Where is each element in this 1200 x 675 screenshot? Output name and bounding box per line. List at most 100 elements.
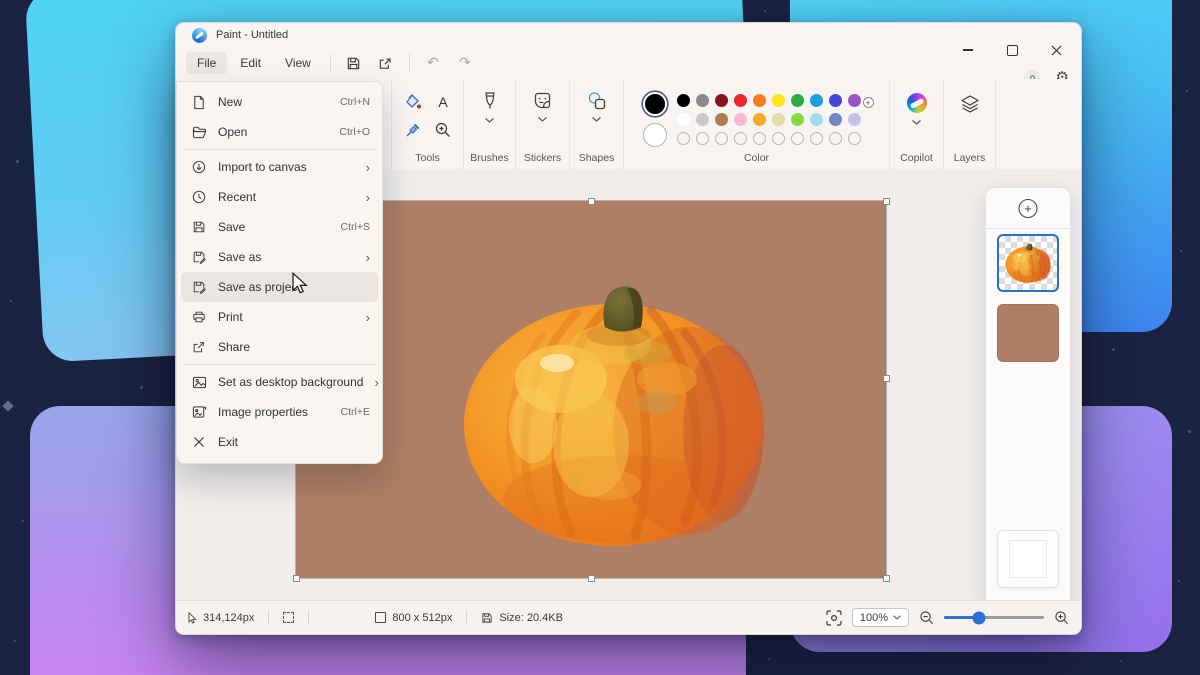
palette-color-swatch[interactable] xyxy=(753,94,766,107)
selection-handle-top-right[interactable] xyxy=(883,198,890,205)
palette-color-swatch[interactable] xyxy=(715,113,728,126)
add-layer-button[interactable]: + xyxy=(1019,199,1038,218)
redo-icon[interactable]: ↷ xyxy=(450,51,480,75)
palette-empty-swatch[interactable] xyxy=(715,132,728,145)
brushes-label: Brushes xyxy=(464,152,515,164)
palette-empty-swatch[interactable] xyxy=(848,132,861,145)
title-bar[interactable]: Paint - Untitled xyxy=(176,23,1081,47)
open-folder-icon xyxy=(191,124,207,140)
shapes-label: Shapes xyxy=(570,152,623,164)
layers-button[interactable]: Layers xyxy=(943,79,995,169)
palette-color-swatch[interactable] xyxy=(734,94,747,107)
file-menu-item-print[interactable]: Print › xyxy=(177,302,382,332)
undo-icon[interactable]: ↶ xyxy=(418,51,448,75)
foreground-color-swatch[interactable] xyxy=(643,92,667,116)
selection-handle-bottom-right[interactable] xyxy=(883,575,890,582)
fill-bucket-icon[interactable] xyxy=(404,93,422,111)
brushes-button[interactable]: Brushes xyxy=(463,79,515,169)
layer-thumbnail-background[interactable] xyxy=(997,530,1059,588)
palette-color-swatch[interactable] xyxy=(810,113,823,126)
recent-clock-icon xyxy=(191,189,207,205)
layer-thumbnail-pumpkin[interactable] xyxy=(997,234,1059,292)
palette-color-swatch[interactable] xyxy=(696,113,709,126)
magnifier-tool-icon[interactable] xyxy=(434,121,452,139)
palette-color-swatch[interactable] xyxy=(715,94,728,107)
zoom-out-icon[interactable] xyxy=(919,610,934,625)
file-menu-item-share[interactable]: Share xyxy=(177,332,382,362)
palette-color-swatch[interactable] xyxy=(753,113,766,126)
save-icon[interactable] xyxy=(339,51,369,75)
palette-color-swatch[interactable] xyxy=(829,94,842,107)
palette-empty-swatch[interactable] xyxy=(791,132,804,145)
palette-empty-swatch[interactable] xyxy=(810,132,823,145)
file-menu-item-open[interactable]: Open Ctrl+O xyxy=(177,117,382,147)
file-menu-dropdown: New Ctrl+N Open Ctrl+O xyxy=(176,81,383,464)
palette-empty-swatch[interactable] xyxy=(696,132,709,145)
file-menu-item-set-as-desktop-background[interactable]: Set as desktop background › xyxy=(177,367,382,397)
shapes-button[interactable]: Shapes xyxy=(569,79,623,169)
text-tool-icon[interactable]: A xyxy=(434,93,452,111)
palette-color-swatch[interactable] xyxy=(696,94,709,107)
chevron-down-icon xyxy=(485,118,494,123)
palette-color-swatch[interactable] xyxy=(677,113,690,126)
menu-bar: File Edit View ↶ ↷ xyxy=(176,47,1081,79)
menu-view[interactable]: View xyxy=(274,52,322,74)
file-menu-item-save[interactable]: Save Ctrl+S xyxy=(177,212,382,242)
selection-handle-top-center[interactable] xyxy=(588,198,595,205)
save-as-project-icon xyxy=(191,279,207,295)
menu-edit[interactable]: Edit xyxy=(229,52,272,74)
eyedropper-icon[interactable] xyxy=(404,121,422,139)
zoom-slider[interactable] xyxy=(944,616,1044,619)
palette-color-swatch[interactable] xyxy=(848,94,861,107)
file-size-icon xyxy=(481,612,493,624)
palette-empty-swatch[interactable] xyxy=(734,132,747,145)
layer-thumbnail-canvas-color[interactable] xyxy=(997,304,1059,362)
menu-file[interactable]: File xyxy=(186,52,227,74)
palette-color-swatch[interactable] xyxy=(772,94,785,107)
cursor-position-icon xyxy=(188,612,197,624)
zoom-in-icon[interactable] xyxy=(1054,610,1069,625)
mouse-cursor xyxy=(291,272,308,294)
copilot-button[interactable]: Copilot xyxy=(889,79,943,169)
selection-handle-right-center[interactable] xyxy=(883,375,890,382)
palette-empty-swatch[interactable] xyxy=(753,132,766,145)
sticker-icon xyxy=(533,91,552,110)
palette-color-swatch[interactable] xyxy=(772,113,785,126)
file-menu-item-new[interactable]: New Ctrl+N xyxy=(177,87,382,117)
file-menu-item-import-to-canvas[interactable]: Import to canvas › xyxy=(177,152,382,182)
palette-color-swatch[interactable] xyxy=(829,113,842,126)
file-menu-item-save-as-project[interactable]: Save as project xyxy=(181,272,378,302)
palette-color-swatch[interactable] xyxy=(810,94,823,107)
palette-empty-swatch[interactable] xyxy=(829,132,842,145)
share-icon[interactable] xyxy=(371,51,401,75)
file-menu-item-image-properties[interactable]: Image properties Ctrl+E xyxy=(177,397,382,427)
stickers-button[interactable]: Stickers xyxy=(515,79,569,169)
drawing-canvas[interactable] xyxy=(296,201,886,578)
save-as-icon xyxy=(191,249,207,265)
zoom-level-dropdown[interactable]: 100% xyxy=(852,608,909,627)
palette-empty-swatch[interactable] xyxy=(677,132,690,145)
selection-handle-bottom-left[interactable] xyxy=(293,575,300,582)
palette-color-swatch[interactable] xyxy=(791,94,804,107)
wallpaper-speck xyxy=(105,8,107,10)
menubar-divider xyxy=(330,54,331,72)
palette-color-swatch[interactable] xyxy=(848,113,861,126)
zoom-slider-thumb[interactable] xyxy=(973,611,986,624)
file-menu-item-save-as[interactable]: Save as › xyxy=(177,242,382,272)
palette-empty-swatch[interactable] xyxy=(772,132,785,145)
palette-color-swatch[interactable] xyxy=(677,94,690,107)
fit-to-screen-icon[interactable] xyxy=(826,610,842,626)
paint-app-icon xyxy=(192,28,207,43)
copilot-label: Copilot xyxy=(890,152,943,164)
file-menu-item-recent[interactable]: Recent › xyxy=(177,182,382,212)
file-size-indicator: Size: 20.4KB xyxy=(481,612,563,624)
toolbar-end-divider xyxy=(995,79,996,169)
save-icon xyxy=(191,219,207,235)
selection-handle-bottom-center[interactable] xyxy=(588,575,595,582)
palette-color-swatch[interactable] xyxy=(791,113,804,126)
wallpaper-speck xyxy=(1180,250,1182,252)
palette-color-swatch[interactable] xyxy=(734,113,747,126)
background-color-swatch[interactable] xyxy=(643,123,667,147)
file-menu-item-exit[interactable]: Exit xyxy=(177,427,382,457)
menubar-divider xyxy=(409,54,410,72)
